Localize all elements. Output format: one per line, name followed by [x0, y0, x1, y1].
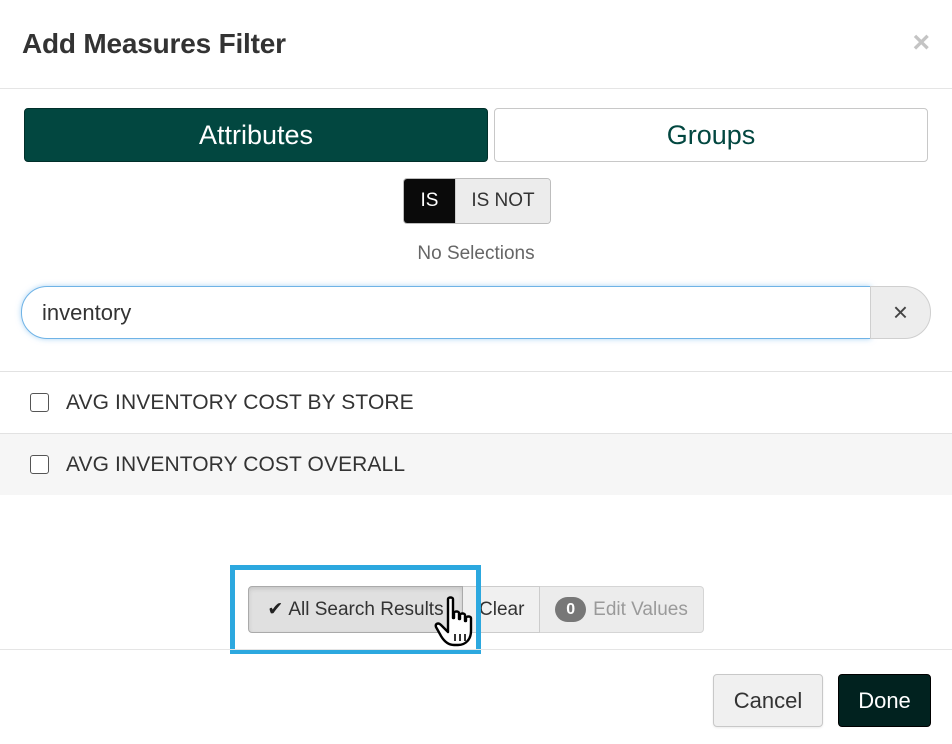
clear-search-button[interactable]: × — [870, 286, 931, 339]
result-row[interactable]: AVG INVENTORY COST OVERALL — [0, 433, 952, 495]
all-search-results-label: All Search Results — [288, 598, 444, 620]
is-not-button[interactable]: IS NOT — [455, 179, 550, 223]
result-label: AVG INVENTORY COST BY STORE — [66, 390, 414, 414]
edit-values-button[interactable]: 0 Edit Values — [540, 586, 704, 633]
cancel-button[interactable]: Cancel — [713, 674, 823, 727]
clear-search-icon: × — [892, 297, 909, 327]
clear-button[interactable]: Clear — [463, 586, 540, 633]
clear-label: Clear — [479, 598, 525, 620]
footer-divider — [0, 649, 952, 650]
modal-header: Add Measures Filter × — [0, 0, 952, 89]
edit-values-count-badge: 0 — [555, 597, 587, 622]
close-icon[interactable]: × — [912, 28, 930, 58]
done-button[interactable]: Done — [838, 674, 931, 727]
modal-title: Add Measures Filter — [22, 28, 286, 59]
tab-groups[interactable]: Groups — [494, 108, 928, 162]
action-button-group: ✔ All Search Results Clear 0 Edit Values — [248, 586, 704, 633]
result-checkbox[interactable] — [30, 393, 49, 412]
result-checkbox[interactable] — [30, 455, 49, 474]
selection-status: No Selections — [417, 243, 535, 264]
result-label: AVG INVENTORY COST OVERALL — [66, 452, 406, 476]
tab-attributes[interactable]: Attributes — [24, 108, 488, 162]
edit-values-label: Edit Values — [593, 598, 688, 620]
checkmark-icon: ✔ — [267, 599, 284, 620]
result-row[interactable]: AVG INVENTORY COST BY STORE — [0, 371, 952, 433]
match-toggle: IS IS NOT — [403, 178, 551, 224]
all-search-results-button[interactable]: ✔ All Search Results — [248, 586, 463, 633]
is-button[interactable]: IS — [404, 179, 455, 223]
search-input[interactable] — [21, 286, 871, 339]
